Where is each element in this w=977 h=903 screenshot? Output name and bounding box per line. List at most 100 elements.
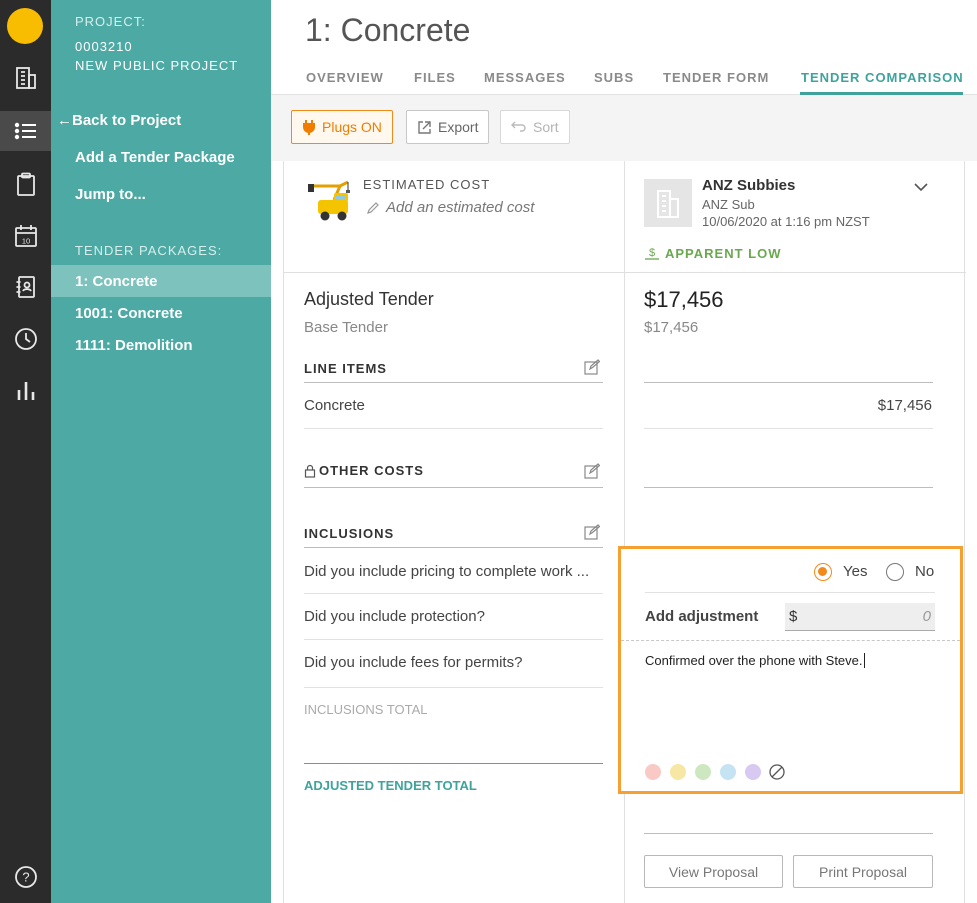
bidder-company: ANZ Subbies [702,177,796,194]
other-costs-label: OTHER COSTS [319,463,424,478]
row-divider [304,687,603,688]
tab-subs[interactable]: SUBS [594,70,634,85]
radio-yes[interactable] [814,563,832,581]
dollar-tag-icon: $ [645,247,659,260]
note-color-green[interactable] [695,764,711,780]
no-color-icon[interactable] [768,763,786,786]
adjusted-total-divider [304,763,603,764]
sort-icon [511,121,526,132]
back-to-project-link[interactable]: ←Back to Project [57,112,181,129]
project-caption: PROJECT: [75,14,146,29]
page-title: 1: Concrete [305,12,471,48]
note-color-blue[interactable] [720,764,736,780]
note-textarea[interactable]: Confirmed over the phone with Steve. [645,653,941,668]
right-line-items-divider [644,382,933,383]
svg-text:10: 10 [21,237,29,246]
tab-bar: OVERVIEW FILES MESSAGES SUBS TENDER FORM… [271,62,977,95]
add-tender-package-link[interactable]: Add a Tender Package [75,149,235,166]
building-icon[interactable] [0,58,51,98]
estimated-cost-placeholder: Add an estimated cost [386,199,535,216]
note-color-red[interactable] [645,764,661,780]
project-name: NEW PUBLIC PROJECT [75,58,239,73]
edit-inclusions-icon[interactable] [584,524,601,545]
chevron-down-icon[interactable] [914,179,928,197]
note-color-purple[interactable] [745,764,761,780]
tab-files[interactable]: FILES [414,70,456,85]
inclusions-divider [304,547,603,548]
row-divider [645,592,935,593]
help-icon[interactable]: ? [0,857,51,897]
base-tender-label: Base Tender [304,319,388,336]
right-total-divider [644,833,933,834]
adjusted-tender-total-label: ADJUSTED TENDER TOTAL [304,778,477,793]
right-other-costs-divider [644,487,933,488]
lock-icon [304,464,316,478]
inclusion-row-pricing: Did you include pricing to complete work… [304,563,590,580]
export-button[interactable]: Export [406,110,490,144]
package-item-demolition[interactable]: 1111: Demolition [51,329,271,361]
edit-line-items-icon[interactable] [584,359,601,380]
note-text: Confirmed over the phone with Steve. [645,653,863,668]
svg-text:$: $ [649,247,655,259]
company-logo-placeholder [644,179,692,227]
add-adjustment-label: Add adjustment [645,608,759,625]
bidder-timestamp: 10/06/2020 at 1:16 pm NZST [702,214,870,229]
edit-other-costs-icon[interactable] [584,463,601,484]
bar-chart-icon[interactable] [0,371,51,411]
radio-no[interactable] [886,563,904,581]
adjustment-value: 0 [922,608,931,625]
adjustment-input[interactable]: $ 0 [785,603,935,631]
sort-button[interactable]: Sort [500,110,570,144]
line-item-value: $17,456 [877,397,932,414]
line-item-label: Concrete [304,397,365,414]
export-icon [418,120,431,134]
back-to-project-label: Back to Project [72,112,182,129]
clipboard-icon[interactable] [0,164,51,204]
adjusted-tender-label: Adjusted Tender [304,289,434,309]
arrow-left-icon: ← [57,112,72,129]
clock-icon[interactable] [0,319,51,359]
tab-tender-comparison[interactable]: TENDER COMPARISON [801,70,964,85]
pencil-icon [367,201,379,214]
tab-overview[interactable]: OVERVIEW [306,70,384,85]
calendar-icon[interactable]: 10 [0,216,51,256]
list-icon[interactable] [0,111,51,151]
row-divider [304,639,603,640]
apparent-low-label: APPARENT LOW [665,245,782,261]
app-nav-rail: 10 ? [0,0,51,903]
tab-tender-form[interactable]: TENDER FORM [663,70,769,85]
view-proposal-button[interactable]: View Proposal [644,855,783,888]
tender-packages-caption: TENDER PACKAGES: [75,243,223,258]
plug-icon [303,120,315,135]
adjusted-tender-value: $17,456 [644,287,724,312]
svg-text:?: ? [22,870,29,885]
package-item-concrete[interactable]: 1: Concrete [51,265,271,297]
contacts-book-icon[interactable] [0,267,51,307]
header-divider [284,272,966,273]
bidder-trade: ANZ Sub [702,197,755,212]
radio-yes-label: Yes [843,563,868,580]
tab-messages[interactable]: MESSAGES [484,70,566,85]
row-divider [304,593,603,594]
adjustment-currency: $ [789,608,798,625]
app-logo[interactable] [7,8,43,44]
other-costs-header: OTHER COSTS [304,463,424,478]
inclusion-row-protection: Did you include protection? [304,608,485,625]
plugs-label: Plugs ON [322,119,382,135]
other-costs-divider [304,487,603,488]
plugs-toggle-button[interactable]: Plugs ON [291,110,393,144]
estimated-cost-caption: ESTIMATED COST [363,177,491,192]
note-color-yellow[interactable] [670,764,686,780]
row-divider [644,428,933,429]
text-cursor [863,653,865,668]
project-sidebar: PROJECT: 0003210 NEW PUBLIC PROJECT ←Bac… [51,0,271,903]
line-items-header: LINE ITEMS [304,361,387,376]
jump-to-link[interactable]: Jump to... [75,186,146,203]
project-number: 0003210 [75,39,133,54]
sort-label: Sort [533,119,559,135]
crane-truck-icon [304,178,354,229]
package-item-1001-concrete[interactable]: 1001: Concrete [51,297,271,329]
print-proposal-button[interactable]: Print Proposal [793,855,933,888]
inclusion-editor-panel: Yes No Add adjustment $ 0 Confirmed over… [618,546,963,794]
add-estimated-cost-field[interactable]: Add an estimated cost [366,199,534,216]
